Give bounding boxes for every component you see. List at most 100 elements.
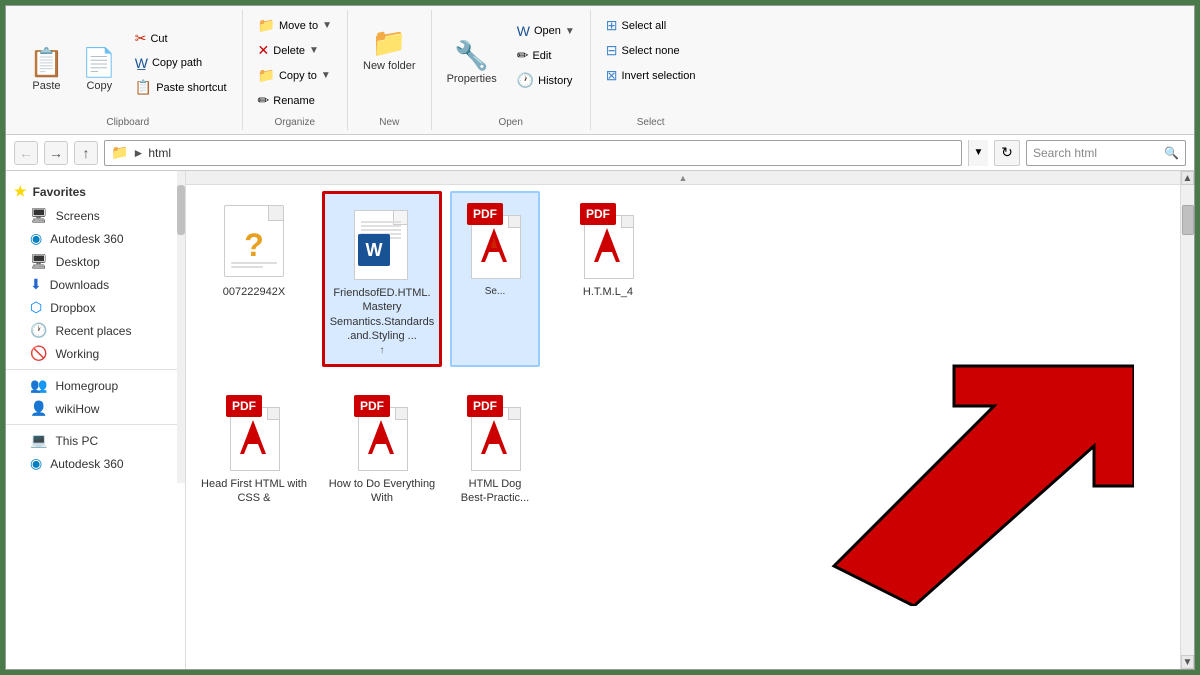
clipboard-small-group: ✂ Cut W̲ Copy path 📋 Paste shortcut: [128, 27, 234, 113]
delete-button[interactable]: ✕ Delete ▼: [251, 39, 339, 62]
sidebar-item-desktop[interactable]: 🖥 Desktop: [6, 250, 177, 273]
paste-shortcut-button[interactable]: 📋 Paste shortcut: [128, 76, 234, 99]
organize-group: 📁 Move to ▼ ✕ Delete ▼ 📁 Copy to ▼ ✏ Ren…: [243, 10, 348, 130]
doc-line-3: [361, 229, 401, 231]
open-icon: W: [517, 23, 530, 39]
copy-to-icon: 📁: [258, 67, 275, 84]
downloads-label: Downloads: [50, 278, 109, 292]
select-all-button[interactable]: ⊞ Select all: [599, 14, 703, 37]
sidebar-item-autodesk2[interactable]: ◉ Autodesk 360: [6, 452, 177, 475]
edit-icon: ✏: [517, 47, 529, 64]
select-none-button[interactable]: ⊟ Select none: [599, 39, 703, 62]
autodesk-icon: ◉: [30, 230, 42, 247]
file-icon-area-pdf5: PDF: [455, 393, 535, 473]
move-to-button[interactable]: 📁 Move to ▼: [251, 14, 339, 37]
copy-to-button[interactable]: 📁 Copy to ▼: [251, 64, 339, 87]
path-text: html: [148, 146, 171, 160]
cut-button[interactable]: ✂ Cut: [128, 27, 234, 50]
select-label: Select: [591, 117, 711, 128]
paste-button[interactable]: 📋 Paste: [22, 34, 71, 106]
dropbox-icon: ⬡: [30, 299, 42, 316]
file-item-html4[interactable]: PDF H.T.M.L_4: [548, 191, 668, 367]
address-bar: ← → ↑ 📁 ► html ▼ ↻ Search html 🔍: [6, 135, 1194, 171]
file-label-how-to-do: How to Do Everything With: [328, 477, 436, 506]
copy-button[interactable]: 📄 Copy: [75, 34, 124, 106]
pdf-badge-3: PDF: [226, 395, 262, 417]
new-folder-button[interactable]: 📁 New folder: [356, 14, 423, 86]
acrobat-logo-1: [477, 226, 511, 269]
wikihow-icon: 👤: [30, 400, 47, 417]
this-pc-icon: 💻: [30, 432, 47, 449]
search-box[interactable]: Search html 🔍: [1026, 140, 1186, 166]
scroll-up-arrow[interactable]: ▲: [679, 173, 688, 183]
new-label: New: [348, 117, 431, 128]
properties-button[interactable]: 🔧 Properties: [440, 27, 504, 99]
file-item-007222942X[interactable]: ? 007222942X: [194, 191, 314, 367]
paste-icon: 📋: [29, 49, 64, 77]
file-item-html-dog[interactable]: PDF HTML Dog Best-Practic...: [450, 383, 540, 516]
file-label-pdf1: Se...: [485, 285, 506, 298]
scroll-down[interactable]: ▼: [1181, 655, 1194, 669]
pdf-badge-4: PDF: [354, 395, 390, 417]
back-button[interactable]: ←: [14, 141, 38, 165]
open-label: Open: [432, 117, 590, 128]
file-icon-area-pdf1: PDF: [455, 201, 535, 281]
acrobat-logo-4: [364, 418, 398, 461]
screens-icon: 🖥: [30, 207, 48, 224]
file-item-how-to-do[interactable]: PDF How to Do Everything With: [322, 383, 442, 516]
select-none-icon: ⊟: [606, 42, 618, 59]
downloads-icon: ⬇: [30, 276, 42, 293]
copy-path-button[interactable]: W̲ Copy path: [128, 52, 234, 74]
address-dropdown[interactable]: ▼: [968, 140, 988, 166]
up-button[interactable]: ↑: [74, 141, 98, 165]
pdf-container-2: PDF: [576, 203, 640, 279]
acrobat-logo-3: [236, 418, 270, 461]
forward-button[interactable]: →: [44, 141, 68, 165]
sidebar-item-autodesk[interactable]: ◉ Autodesk 360: [6, 227, 177, 250]
invert-selection-button[interactable]: ⊠ Invert selection: [599, 64, 703, 87]
edit-button[interactable]: ✏ Edit: [510, 44, 582, 67]
rename-icon: ✏: [258, 92, 270, 109]
refresh-button[interactable]: ↻: [994, 140, 1020, 166]
sidebar-item-screens[interactable]: 🖥 Screens: [6, 204, 177, 227]
screens-label: Screens: [56, 209, 100, 223]
sidebar-item-working[interactable]: 🚫 Working: [6, 342, 177, 365]
open-button[interactable]: W Open ▼: [510, 20, 582, 42]
wikihow-label: wikiHow: [55, 402, 99, 416]
sidebar-divider-1: [6, 369, 177, 370]
rename-button[interactable]: ✏ Rename: [251, 89, 339, 112]
right-scrollbar: ▲ ▼: [1180, 171, 1194, 669]
working-label: Working: [55, 347, 99, 361]
sidebar-item-recent[interactable]: 🕐 Recent places: [6, 319, 177, 342]
unknown-file-icon: ?: [224, 205, 284, 277]
favorites-header[interactable]: ★ Favorites: [6, 179, 177, 204]
pdf-container-3: PDF: [222, 395, 286, 471]
file-item-head-first[interactable]: PDF Head First HTML with CSS &: [194, 383, 314, 516]
file-icon-area-unknown: ?: [214, 201, 294, 281]
recent-label: Recent places: [55, 324, 131, 338]
sidebar-item-homegroup[interactable]: 👥 Homegroup: [6, 374, 177, 397]
sidebar-item-dropbox[interactable]: ⬡ Dropbox: [6, 296, 177, 319]
address-path[interactable]: 📁 ► html: [104, 140, 962, 166]
scrollbar-thumb[interactable]: [1182, 205, 1194, 235]
sidebar-item-wikihow[interactable]: 👤 wikiHow: [6, 397, 177, 420]
desktop-label: Desktop: [56, 255, 100, 269]
file-item-friendsofED[interactable]: W FriendsofED.HTML.Mastery Semantics.Sta…: [322, 191, 442, 367]
doc-line-2: [361, 225, 401, 227]
history-button[interactable]: 🕐 History: [510, 69, 582, 92]
sidebar-item-this-pc[interactable]: 💻 This PC: [6, 429, 177, 452]
folder-icon: 📁: [111, 144, 128, 161]
paste-shortcut-icon: 📋: [135, 79, 152, 96]
recent-icon: 🕐: [30, 322, 47, 339]
file-icon-area-word: W: [342, 202, 422, 282]
scrollbar-track: [1181, 185, 1194, 655]
new-folder-icon: 📁: [372, 29, 407, 57]
file-label-007222942X: 007222942X: [223, 285, 285, 299]
scroll-up[interactable]: ▲: [1181, 171, 1194, 185]
homegroup-label: Homegroup: [55, 379, 118, 393]
sidebar-item-downloads[interactable]: ⬇ Downloads: [6, 273, 177, 296]
sidebar-scrollbar-thumb[interactable]: [177, 185, 185, 235]
clipboard-group: 📋 Paste 📄 Copy ✂ Cut W̲ Copy path: [14, 10, 243, 130]
file-item-friendsofED-pdf[interactable]: PDF Se...: [450, 191, 540, 367]
open-group: 🔧 Properties W Open ▼ ✏ Edit 🕐: [432, 10, 591, 130]
